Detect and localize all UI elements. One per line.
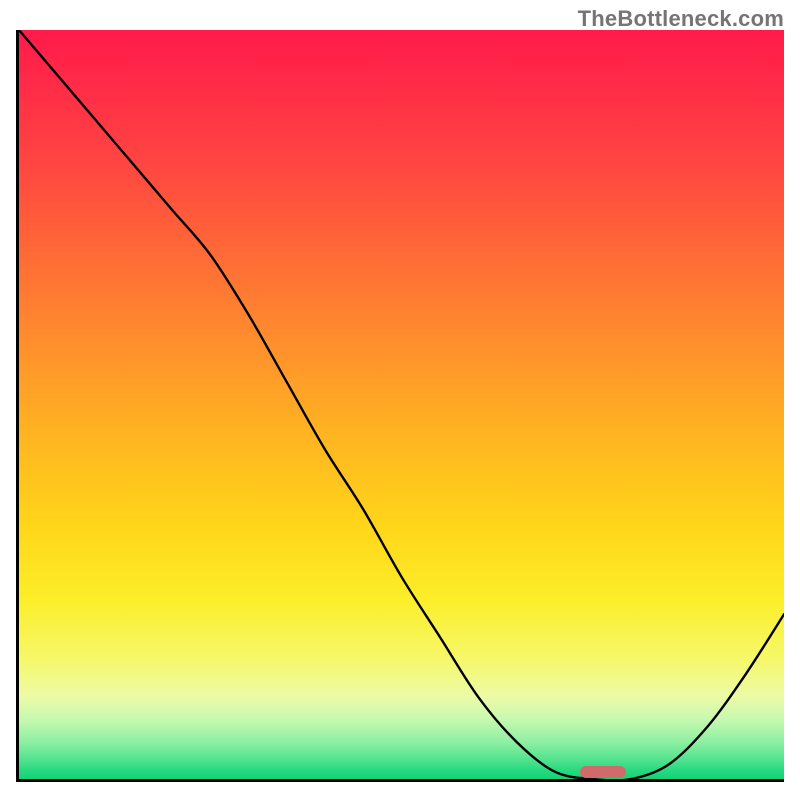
chart-curve (19, 30, 784, 779)
chart-plot-area (16, 30, 784, 782)
chart-minimum-marker (580, 766, 626, 778)
watermark-text: TheBottleneck.com (578, 6, 784, 32)
